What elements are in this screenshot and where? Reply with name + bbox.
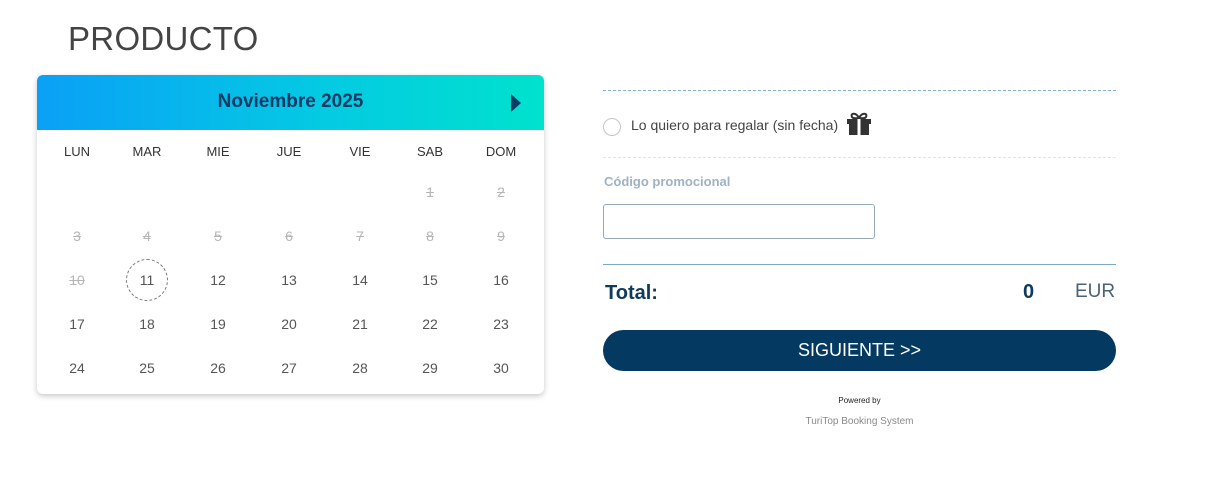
powered-by-label: Powered by [838, 396, 881, 405]
calendar-day[interactable]: 21 [340, 304, 380, 344]
caret-right-icon [511, 94, 521, 112]
calendar-day[interactable]: 29 [410, 348, 450, 388]
calendar-day: 1 [426, 184, 434, 200]
calendar-day[interactable]: 13 [269, 260, 309, 300]
calendar-day[interactable]: 23 [481, 304, 521, 344]
calendar-day[interactable]: 14 [340, 260, 380, 300]
calendar-day: 4 [143, 228, 151, 244]
calendar-day: 8 [426, 228, 434, 244]
brand-link[interactable]: TuriTop Booking System [603, 416, 1116, 427]
calendar-day: 2 [497, 184, 505, 200]
calendar-day[interactable]: 25 [127, 348, 167, 388]
gift-radio[interactable] [603, 118, 621, 136]
weekday-label: DOM [485, 144, 517, 159]
calendar-day[interactable]: 19 [198, 304, 238, 344]
weekday-label: SAB [416, 144, 443, 159]
calendar-day[interactable]: 12 [198, 260, 238, 300]
page-title: PRODUCTO [68, 20, 259, 57]
calendar-day[interactable]: 26 [198, 348, 238, 388]
total-label: Total: [605, 282, 658, 304]
promo-code-label: Código promocional [604, 174, 731, 189]
calendar-day[interactable]: 16 [481, 260, 521, 300]
gift-icon [846, 112, 872, 136]
weekday-label: MAR [132, 144, 162, 159]
gift-sub-label: (sin fecha) [772, 117, 839, 133]
calendar-day[interactable]: 24 [57, 348, 97, 388]
calendar-header: Noviembre 2025 [37, 75, 544, 130]
divider [603, 157, 1116, 158]
gift-label-text: Lo quiero para regalar [631, 117, 769, 133]
calendar-day: 5 [214, 228, 222, 244]
next-month-button[interactable] [510, 93, 522, 113]
calendar-day: 3 [73, 228, 81, 244]
weekday-label: VIE [349, 144, 371, 159]
calendar-day[interactable]: 22 [410, 304, 450, 344]
calendar-day[interactable]: 30 [481, 348, 521, 388]
divider [603, 90, 1116, 91]
calendar-day: 6 [285, 228, 293, 244]
calendar-day[interactable]: 28 [340, 348, 380, 388]
next-button[interactable]: SIGUIENTE >> [603, 330, 1116, 371]
total-currency: EUR [1075, 281, 1116, 302]
total-value: 0 [1023, 281, 1035, 303]
calendar-day[interactable]: 27 [269, 348, 309, 388]
calendar-day[interactable]: 15 [410, 260, 450, 300]
gift-option[interactable]: Lo quiero para regalar (sin fecha) [603, 112, 1116, 140]
booking-calendar: Noviembre 2025 LUN MAR MIE JUE VIE SAB DOM 1 2 3 4… [37, 75, 544, 394]
calendar-day: 7 [356, 228, 364, 244]
gift-label[interactable]: Lo quiero para regalar (sin fecha) [631, 117, 838, 133]
calendar-day[interactable]: 17 [57, 304, 97, 344]
calendar-day[interactable]: 20 [269, 304, 309, 344]
weekday-label: MIE [206, 144, 230, 159]
calendar-month-label: Noviembre 2025 [217, 91, 364, 112]
promo-code-input[interactable] [603, 204, 875, 239]
calendar-day: 10 [69, 272, 85, 288]
weekday-label: LUN [63, 144, 90, 159]
calendar-day[interactable]: 18 [127, 304, 167, 344]
calendar-day[interactable]: 11 [126, 259, 168, 301]
booking-summary-panel: Lo quiero para regalar (sin fecha) Código… [603, 0, 1116, 499]
divider [603, 264, 1116, 265]
weekday-label: JUE [276, 144, 302, 159]
calendar-day: 9 [497, 228, 505, 244]
